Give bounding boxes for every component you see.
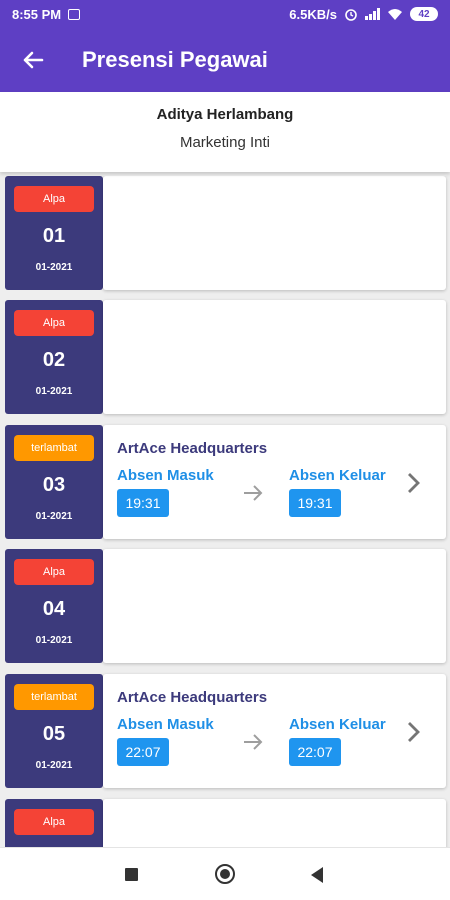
- arrow-right-icon: [244, 485, 263, 501]
- date-month: 01-2021: [35, 635, 73, 646]
- date-day: 03: [42, 474, 66, 496]
- status-badge: Alpa: [14, 186, 94, 212]
- attendance-list[interactable]: Alpa 01 01-2021 Alpa 02 01-2021 terlamba…: [0, 176, 450, 847]
- check-out-time: 19:31: [289, 489, 341, 517]
- attendance-card[interactable]: [103, 799, 446, 847]
- check-in-time: 22:07: [117, 738, 169, 766]
- location-name: ArtAce Headquarters: [117, 689, 268, 706]
- status-time: 8:55 PM: [12, 6, 62, 22]
- home-icon[interactable]: [215, 864, 235, 884]
- attendance-card[interactable]: [103, 549, 446, 663]
- check-out-time: 22:07: [289, 738, 341, 766]
- date-box: Alpa 01 01-2021: [5, 176, 103, 290]
- recents-icon[interactable]: [125, 868, 138, 881]
- employee-header: Aditya Herlambang Marketing Inti: [0, 92, 450, 172]
- attendance-row[interactable]: terlambat 05 01-2021 ArtAce Headquarters…: [5, 674, 446, 790]
- back-button[interactable]: [0, 28, 66, 92]
- attendance-row[interactable]: Alpa 01 01-2021: [5, 176, 446, 292]
- date-box: terlambat 05 01-2021: [5, 674, 103, 788]
- date-box: Alpa: [5, 799, 103, 847]
- page-title: Presensi Pegawai: [82, 47, 268, 72]
- date-day: 01: [42, 225, 66, 247]
- chevron-right-icon[interactable]: [403, 720, 423, 744]
- notification-icon: [68, 8, 81, 20]
- employee-department: Marketing Inti: [179, 134, 271, 151]
- check-in-time: 19:31: [117, 489, 169, 517]
- attendance-card[interactable]: [103, 176, 446, 290]
- date-box: terlambat 03 01-2021: [5, 425, 103, 539]
- date-month: 01-2021: [35, 760, 73, 771]
- alarm-icon: [345, 9, 357, 21]
- status-badge: Alpa: [14, 809, 94, 835]
- attendance-card[interactable]: ArtAce Headquarters Absen Masuk 22:07 Ab…: [103, 674, 446, 788]
- date-month: 01-2021: [35, 511, 73, 522]
- check-out-label: Absen Keluar: [289, 716, 386, 733]
- system-nav-bar: [0, 847, 450, 900]
- back-triangle-icon[interactable]: [311, 867, 323, 883]
- date-month: 01-2021: [35, 262, 73, 273]
- status-badge: Alpa: [14, 559, 94, 585]
- attendance-card[interactable]: ArtAce Headquarters Absen Masuk 19:31 Ab…: [103, 425, 446, 539]
- status-badge: Alpa: [14, 310, 94, 336]
- arrow-back-icon: [23, 51, 44, 69]
- attendance-row[interactable]: terlambat 03 01-2021 ArtAce Headquarters…: [5, 425, 446, 541]
- battery-icon: 42: [410, 7, 438, 21]
- check-out-label: Absen Keluar: [289, 467, 386, 484]
- signal-icon: [365, 8, 380, 20]
- date-day: 02: [42, 349, 66, 371]
- location-name: ArtAce Headquarters: [117, 440, 268, 457]
- app-bar: Presensi Pegawai: [0, 28, 450, 92]
- status-badge: terlambat: [14, 684, 94, 710]
- date-box: Alpa 02 01-2021: [5, 300, 103, 414]
- attendance-card[interactable]: [103, 300, 446, 414]
- employee-name: Aditya Herlambang: [156, 106, 294, 123]
- check-in-label: Absen Masuk: [117, 467, 214, 484]
- attendance-row[interactable]: Alpa 02 01-2021: [5, 300, 446, 416]
- date-day: 05: [42, 723, 66, 745]
- date-day: 04: [42, 598, 66, 620]
- status-badge: terlambat: [14, 435, 94, 461]
- date-month: 01-2021: [35, 386, 73, 397]
- wifi-icon: [388, 8, 402, 20]
- date-box: Alpa 04 01-2021: [5, 549, 103, 663]
- attendance-row[interactable]: Alpa 04 01-2021: [5, 549, 446, 665]
- attendance-row[interactable]: Alpa: [5, 799, 446, 847]
- status-bar: 8:55 PM 6.5KB/s 42: [0, 0, 450, 28]
- network-speed: 6.5KB/s: [289, 6, 337, 22]
- arrow-right-icon: [244, 734, 263, 750]
- chevron-right-icon[interactable]: [403, 471, 423, 495]
- check-in-label: Absen Masuk: [117, 716, 214, 733]
